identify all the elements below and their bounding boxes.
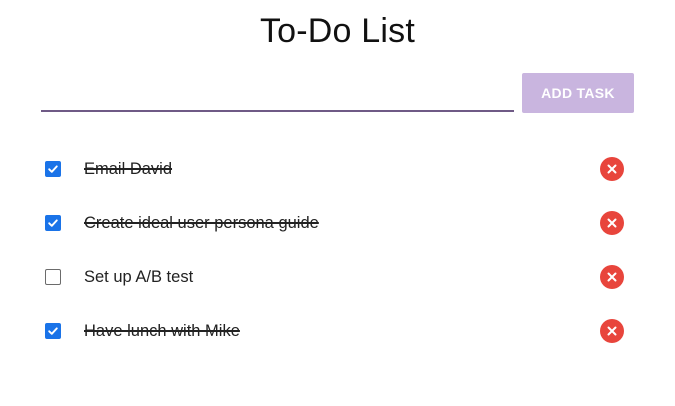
- delete-task-button[interactable]: [600, 211, 624, 235]
- task-checkbox[interactable]: [45, 215, 61, 231]
- task-checkbox[interactable]: [45, 161, 61, 177]
- task-item: Email David: [41, 142, 634, 196]
- add-task-form: ADD TASK: [41, 72, 634, 114]
- delete-task-button[interactable]: [600, 265, 624, 289]
- close-icon: [607, 272, 617, 282]
- check-icon: [48, 327, 58, 335]
- close-icon: [607, 326, 617, 336]
- check-icon: [48, 165, 58, 173]
- page-title: To-Do List: [259, 12, 416, 50]
- task-checkbox[interactable]: [45, 323, 61, 339]
- task-item: Have lunch with Mike: [41, 304, 634, 358]
- task-item: Set up A/B test: [41, 250, 634, 304]
- add-task-button[interactable]: ADD TASK: [522, 73, 634, 113]
- task-checkbox[interactable]: [45, 269, 61, 285]
- task-input[interactable]: [41, 72, 514, 112]
- task-label: Create ideal user persona guide: [84, 213, 319, 232]
- task-item: Create ideal user persona guide: [41, 196, 634, 250]
- task-label: Email David: [84, 159, 173, 178]
- delete-task-button[interactable]: [600, 319, 624, 343]
- close-icon: [607, 218, 617, 228]
- task-list: Email David Create ideal user persona gu…: [41, 142, 634, 358]
- delete-task-button[interactable]: [600, 157, 624, 181]
- close-icon: [607, 164, 617, 174]
- task-label: Set up A/B test: [84, 267, 194, 286]
- check-icon: [48, 219, 58, 227]
- task-label: Have lunch with Mike: [84, 321, 240, 340]
